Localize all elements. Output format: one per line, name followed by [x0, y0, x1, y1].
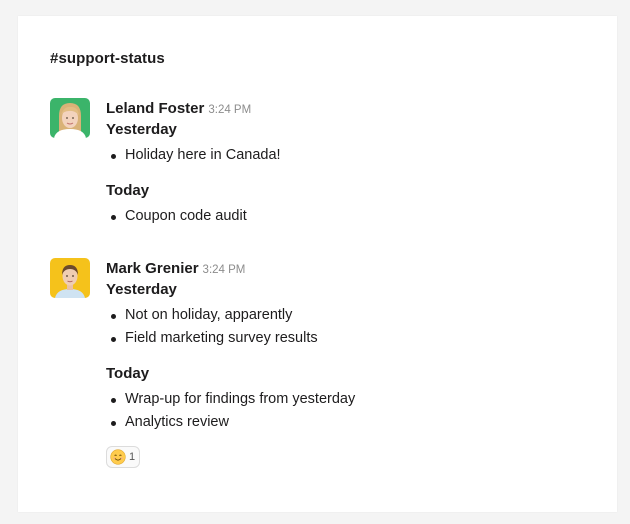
list-item: Analytics review	[111, 411, 586, 434]
avatar[interactable]	[50, 258, 90, 298]
message-card: #support-status Leland Foster 3:24 PM Ye…	[18, 16, 617, 512]
message-content: Leland Foster 3:24 PM Yesterday Holiday h…	[106, 98, 586, 228]
bullet-list: Wrap-up for findings from yesterday Anal…	[106, 388, 586, 434]
section-heading-today: Today	[106, 182, 150, 199]
avatar[interactable]	[50, 98, 90, 138]
list-item: Not on holiday, apparently	[111, 304, 586, 327]
section-heading-today: Today	[106, 365, 150, 382]
list-item: Holiday here in Canada!	[111, 144, 586, 167]
message-header: Leland Foster 3:24 PM	[106, 98, 586, 120]
author-name[interactable]: Leland Foster	[106, 100, 204, 117]
bullet-list: Coupon code audit	[106, 205, 586, 228]
reaction-count: 1	[129, 451, 136, 463]
timestamp[interactable]: 3:24 PM	[208, 104, 251, 116]
list-item: Field marketing survey results	[111, 327, 586, 350]
section-heading-yesterday: Yesterday	[106, 121, 177, 138]
timestamp[interactable]: 3:24 PM	[203, 264, 246, 276]
smiling-face-emoji-icon	[110, 449, 126, 465]
list-item: Coupon code audit	[111, 205, 586, 228]
bullet-list: Not on holiday, apparently Field marketi…	[106, 304, 586, 350]
list-item: Wrap-up for findings from yesterday	[111, 388, 586, 411]
author-name[interactable]: Mark Grenier	[106, 260, 199, 277]
channel-name: #support-status	[50, 50, 165, 67]
reaction-button[interactable]: 1	[106, 446, 141, 468]
message-content: Mark Grenier 3:24 PM Yesterday Not on hol…	[106, 258, 586, 470]
bullet-list: Holiday here in Canada!	[106, 144, 586, 167]
message-header: Mark Grenier 3:24 PM	[106, 258, 586, 280]
section-heading-yesterday: Yesterday	[106, 281, 177, 298]
